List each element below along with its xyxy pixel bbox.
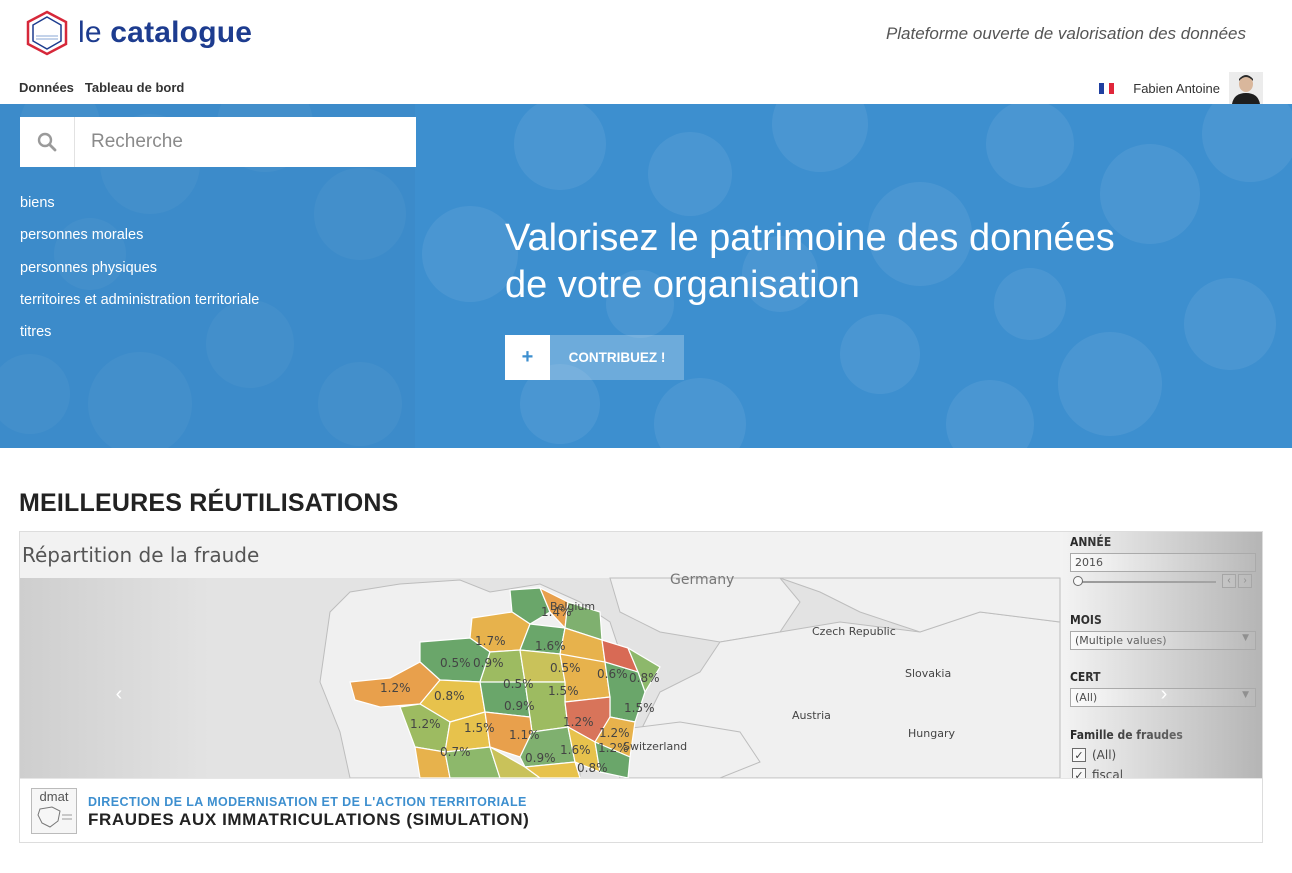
reuse-card[interactable]: Répartition de la fraude Germany Belgium… — [19, 531, 1263, 843]
top-nav: Données Tableau de bord — [19, 80, 184, 95]
map-pct: 1.2% — [410, 717, 441, 731]
checkbox-icon: ✓ — [1072, 748, 1086, 762]
filter-mois-label: MOIS — [1070, 613, 1102, 627]
filter-cert-label: CERT — [1070, 670, 1101, 684]
map-pct: 1.5% — [464, 721, 495, 735]
category-list: biens personnes morales personnes physiq… — [20, 195, 259, 356]
category-titres[interactable]: titres — [20, 324, 259, 356]
map-pct: 0.7% — [440, 745, 471, 759]
map-pct: 1.7% — [475, 634, 506, 648]
map-pct: 1.2% — [598, 741, 629, 755]
category-territoires[interactable]: territoires et administration territoria… — [20, 292, 259, 324]
chevron-right-icon[interactable]: › — [1161, 683, 1168, 705]
avatar[interactable] — [1229, 72, 1263, 104]
map-pct: 1.6% — [560, 743, 591, 757]
dropdown-arrow-icon: ▼ — [1242, 690, 1249, 700]
preview-fade-left — [20, 578, 210, 778]
reuse-title[interactable]: FRAUDES AUX IMMATRICULATIONS (SIMULATION… — [88, 810, 529, 830]
dropdown-arrow-icon: ▼ — [1242, 633, 1249, 643]
search-bar[interactable] — [20, 117, 416, 167]
category-sidebar: biens personnes morales personnes physiq… — [0, 104, 416, 448]
map-pct: 1.5% — [624, 701, 655, 715]
map-pct: 1.4% — [541, 605, 572, 619]
org-logo-map-icon — [37, 806, 72, 828]
category-biens[interactable]: biens — [20, 195, 259, 227]
map-pct: 0.5% — [503, 677, 534, 691]
map-pct: 0.5% — [550, 661, 581, 675]
carousel-next-button[interactable]: › — [1154, 682, 1174, 706]
map-pct: 0.9% — [473, 656, 504, 670]
map-pct: 1.2% — [563, 715, 594, 729]
year-slider-track — [1076, 581, 1216, 583]
user-menu[interactable]: Fabien Antoine — [1099, 72, 1263, 104]
contribute-button[interactable]: + CONTRIBUEZ ! — [505, 335, 684, 380]
search-input[interactable] — [75, 118, 416, 166]
chevron-left-icon[interactable]: ‹ — [116, 683, 123, 705]
category-personnes-morales[interactable]: personnes morales — [20, 227, 259, 259]
logo-text: le catalogue — [78, 16, 253, 49]
org-logo[interactable]: dmat — [31, 788, 77, 834]
section-title: MEILLEURES RÉUTILISATIONS — [19, 489, 399, 517]
hero-title: Valorisez le patrimoine des données de v… — [505, 217, 1115, 306]
year-next-icon: › — [1238, 574, 1252, 588]
fr-flag-icon[interactable] — [1099, 82, 1115, 94]
hero-banner: biens personnes morales personnes physiq… — [0, 104, 1292, 448]
filter-famille-label: Famille de fraudes — [1070, 728, 1183, 742]
map-label-germany: Germany — [670, 572, 734, 588]
logo-hexagon-icon — [26, 10, 68, 56]
reuse-card-footer[interactable]: dmat DIRECTION DE LA MODERNISATION ET DE… — [20, 778, 1262, 842]
filter-mois-field: (Multiple values) ▼ — [1070, 631, 1256, 650]
map-pct: 0.6% — [597, 667, 628, 681]
site-tagline: Plateforme ouverte de valorisation des d… — [885, 24, 1246, 43]
map-pct: 0.8% — [434, 689, 465, 703]
site-logo[interactable]: le catalogue — [24, 10, 252, 56]
map-label-czech: Czech Republic — [812, 625, 896, 638]
map-label-hungary: Hungary — [908, 727, 955, 740]
filter-annee-label: ANNÉE — [1070, 535, 1112, 549]
site-header: le catalogue Plateforme ouverte de valor… — [0, 0, 1292, 104]
preview-filter-panel: ANNÉE 2016 ‹ › MOIS (Multiple values) ▼ C… — [1070, 532, 1262, 782]
map-pct: 0.9% — [504, 699, 535, 713]
map-pct: 1.2% — [380, 681, 411, 695]
map-pct: 0.8% — [577, 761, 608, 775]
filter-famille-all: ✓ (All) — [1072, 748, 1116, 762]
user-name[interactable]: Fabien Antoine — [1133, 81, 1220, 96]
filter-annee-field: 2016 — [1070, 553, 1256, 572]
year-slider-handle — [1073, 576, 1083, 586]
nav-tableau-de-bord[interactable]: Tableau de bord — [85, 80, 184, 95]
map-pct: 1.1% — [509, 728, 540, 742]
org-name[interactable]: DIRECTION DE LA MODERNISATION ET DE L'AC… — [88, 795, 527, 809]
search-icon[interactable] — [20, 117, 75, 167]
contribute-label[interactable]: CONTRIBUEZ ! — [550, 335, 684, 380]
map-pct: 1.2% — [599, 726, 630, 740]
map-pct: 0.5% — [440, 656, 471, 670]
carousel-prev-button[interactable]: ‹ — [109, 682, 129, 706]
map-label-switzerland: Switzerland — [623, 740, 687, 753]
year-prev-icon: ‹ — [1222, 574, 1236, 588]
map-pct: 0.8% — [629, 671, 660, 685]
map-label-slovakia: Slovakia — [905, 667, 951, 680]
map-label-austria: Austria — [792, 709, 831, 722]
nav-donnees[interactable]: Données — [19, 80, 74, 95]
plus-icon[interactable]: + — [505, 335, 550, 380]
map-pct: 0.9% — [525, 751, 556, 765]
map-pct: 1.5% — [548, 684, 579, 698]
category-personnes-physiques[interactable]: personnes physiques — [20, 260, 259, 292]
preview-title: Répartition de la fraude — [22, 543, 259, 567]
map-pct: 1.6% — [535, 639, 566, 653]
